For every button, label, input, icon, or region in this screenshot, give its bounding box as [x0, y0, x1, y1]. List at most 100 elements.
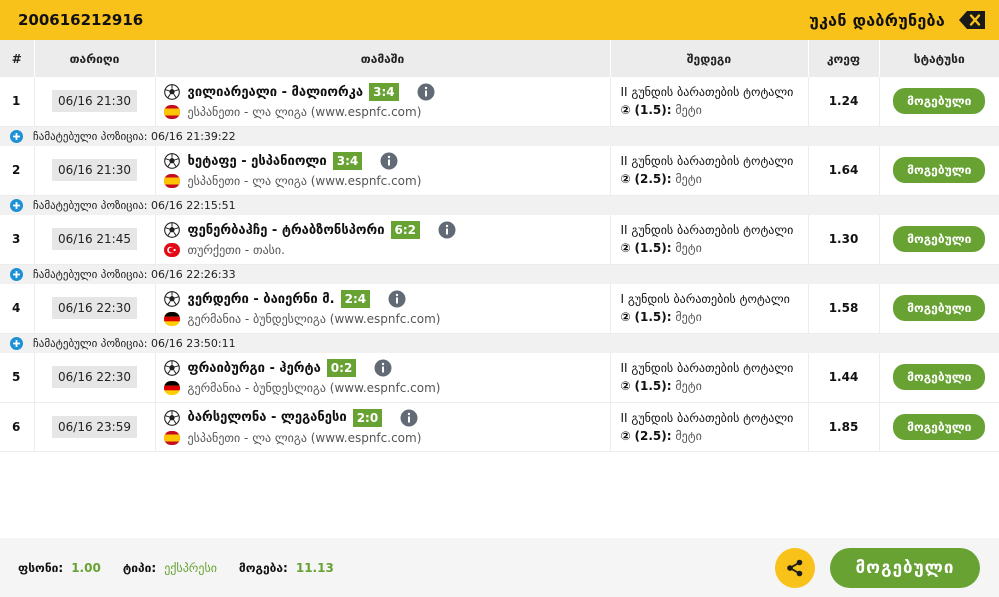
soccer-ball-icon	[163, 84, 180, 101]
result-market: II გუნდის ბარათების ტოტალი	[620, 223, 794, 238]
added-position-label: ჩამატებული პოზიცია:	[33, 267, 148, 281]
info-icon[interactable]	[438, 221, 456, 239]
result-value: (2.5):	[634, 172, 672, 187]
row-date: 06/16 21:45	[33, 215, 155, 265]
match-teams[interactable]: ფრაიბურგი - ჰერტა	[188, 361, 321, 376]
result-value: (1.5):	[634, 310, 672, 325]
added-position-cell: ჩამატებული პოზიცია: 06/16 22:15:51	[0, 195, 999, 215]
expand-plus-icon[interactable]	[10, 336, 23, 350]
league-name: ესპანეთი - ლა ლიგა (www.espnfc.com)	[187, 430, 422, 445]
league-line: თურქეთი - თასი.	[163, 241, 610, 259]
soccer-ball-icon	[163, 360, 180, 377]
result-symbol: ②	[620, 172, 631, 187]
score-badge: 3:4	[332, 152, 363, 171]
result-market: II გუნდის ბარათების ტოტალი	[620, 410, 794, 425]
win-label: მოგება:	[238, 560, 288, 575]
result-symbol: ②	[620, 379, 631, 394]
added-position-label: ჩამატებული პოზიცია:	[33, 336, 148, 350]
row-game: ფრაიბურგი - ჰერტა 0:2 გერმანია - ბუნდესლიგ…	[154, 353, 610, 403]
match-teams[interactable]: ვილიარეალი - მალიორკა	[188, 85, 364, 100]
result-symbol: ②	[620, 428, 631, 443]
row-odds: 1.30	[807, 215, 879, 265]
ticket-details-page: 200616212916 უკან დაბრუნება # თარიღი თამ…	[0, 0, 999, 597]
result-selection: ② (1.5): მეტი	[621, 101, 808, 119]
result-symbol: ②	[620, 310, 631, 325]
row-game: ვერდერი - ბაიერნი მ. 2:4 გერმანია - ბუნდეს…	[154, 284, 610, 334]
row-status: მოგებული	[878, 284, 999, 334]
row-status: მოგებული	[878, 77, 999, 127]
row-status: მოგებული	[878, 402, 999, 452]
type-value: ექსპრესი	[164, 560, 217, 575]
row-date: 06/16 22:30	[33, 284, 155, 334]
added-position-cell: ჩამატებული პოზიცია: 06/16 21:39:22	[0, 126, 999, 146]
added-position-row: ჩამატებული პოზიცია: 06/16 22:15:51	[0, 195, 999, 215]
row-number: 5	[0, 353, 34, 403]
result-market: II გუნდის ბარათების ტოტალი	[620, 154, 794, 169]
flag-spain-icon	[163, 174, 180, 189]
score-badge: 3:4	[369, 83, 399, 102]
expand-plus-icon[interactable]	[10, 267, 23, 281]
result-side: მეტი	[675, 172, 702, 187]
league-name: გერმანია - ბუნდესლიგა (www.espnfc.com)	[187, 381, 441, 396]
info-icon[interactable]	[400, 409, 418, 427]
back-label: უკან დაბრუნება	[809, 10, 945, 30]
win-value: 11.13	[295, 560, 334, 575]
stake-value: 1.00	[71, 560, 101, 575]
result-market: II გუნდის ბარათების ტოტალი	[620, 361, 794, 376]
info-icon[interactable]	[374, 359, 392, 377]
result-symbol: ②	[620, 103, 631, 118]
flag-germany-icon	[163, 381, 180, 396]
info-icon[interactable]	[417, 83, 435, 101]
game-line: ფრაიბურგი - ჰერტა 0:2	[163, 357, 610, 379]
row-game: ბარსელონა - ლეგანესი 2:0 ესპანეთი - ლა ლიგ…	[154, 402, 610, 452]
added-position-cell: ჩამატებული პოზიცია: 06/16 23:50:11	[0, 333, 999, 353]
won-status-button[interactable]: მოგებული	[830, 548, 980, 588]
col-number: #	[0, 40, 34, 77]
added-position-row: ჩამატებული პოზიცია: 06/16 21:39:22	[0, 126, 999, 146]
row-status: მოგებული	[878, 215, 999, 265]
added-position-time: 06/16 21:39:22	[151, 129, 236, 143]
match-teams[interactable]: ბარსელონა - ლეგანესი	[188, 410, 347, 425]
row-result: II გუნდის ბარათების ტოტალი ② (1.5): მეტი	[609, 353, 808, 403]
backspace-icon	[959, 11, 985, 29]
game-line: ფენერბაჰჩე - ტრაბზონსპორი 6:2	[163, 219, 610, 241]
row-number: 4	[0, 284, 34, 334]
info-icon[interactable]	[388, 290, 406, 308]
back-button[interactable]: უკან დაბრუნება	[809, 11, 985, 30]
row-result: II გუნდის ბარათების ტოტალი ② (2.5): მეტი	[609, 402, 808, 452]
expand-plus-icon[interactable]	[10, 129, 23, 143]
table-row: 3 06/16 21:45 ფენერბაჰჩე - ტრაბზონსპორი 6:2…	[0, 215, 999, 265]
match-teams[interactable]: ვერდერი - ბაიერნი მ.	[188, 292, 335, 307]
result-selection: ② (2.5): მეტი	[621, 170, 808, 188]
score-badge: 2:0	[352, 408, 383, 427]
match-teams[interactable]: ფენერბაჰჩე - ტრაბზონსპორი	[188, 223, 385, 238]
status-badge: მოგებული	[893, 157, 986, 184]
bets-table: # თარიღი თამაში შედეგი კოეფ სტატუსი 1 06/…	[0, 40, 999, 452]
date-chip: 06/16 21:45	[52, 228, 137, 251]
row-result: II გუნდის ბარათების ტოტალი ② (2.5): მეტი	[609, 146, 808, 196]
expand-plus-icon[interactable]	[10, 198, 23, 212]
share-button[interactable]	[775, 548, 815, 588]
row-number: 1	[0, 77, 34, 127]
league-name: თურქეთი - თასი.	[187, 243, 285, 258]
league-line: ესპანეთი - ლა ლიგა (www.espnfc.com)	[163, 103, 610, 121]
league-name: ესპანეთი - ლა ლიგა (www.espnfc.com)	[187, 105, 422, 120]
table-row: 4 06/16 22:30 ვერდერი - ბაიერნი მ. 2:4 გერმა…	[0, 284, 999, 334]
table-row: 2 06/16 21:30 ხეტაფე - ესპანიოლი 3:4 ესპანეთ…	[0, 146, 999, 196]
row-number: 6	[0, 402, 34, 452]
date-chip: 06/16 23:59	[52, 415, 137, 438]
league-name: გერმანია - ბუნდესლიგა (www.espnfc.com)	[187, 312, 441, 327]
result-selection: ② (1.5): მეტი	[621, 239, 808, 257]
info-icon[interactable]	[380, 152, 398, 170]
result-selection: ② (1.5): მეტი	[621, 377, 808, 395]
row-odds: 1.24	[807, 77, 879, 127]
row-date: 06/16 21:30	[33, 146, 155, 196]
status-badge: მოგებული	[893, 364, 986, 391]
stake-label: ფსონი:	[18, 560, 64, 575]
result-side: მეტი	[675, 379, 702, 394]
score-badge: 2:4	[340, 290, 371, 309]
table-row: 1 06/16 21:30 ვილიარეალი - მალიორკა 3:4 ესპა…	[0, 77, 999, 127]
result-market: II გუნდის ბარათების ტოტალი	[620, 85, 794, 100]
row-number: 2	[0, 146, 34, 196]
match-teams[interactable]: ხეტაფე - ესპანიოლი	[188, 154, 327, 169]
